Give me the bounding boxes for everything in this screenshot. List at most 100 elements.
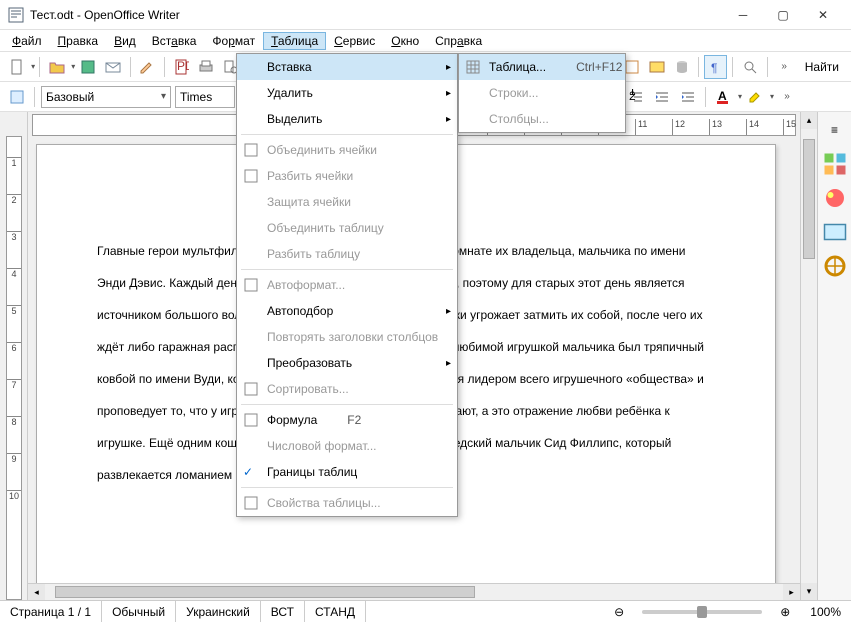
sidebar-menu-icon[interactable]: ≡ [823,118,847,142]
status-page[interactable]: Страница 1 / 1 [0,601,102,622]
sidebar-styles-icon[interactable] [823,186,847,210]
menu-format[interactable]: Формат [204,32,263,50]
statusbar: Страница 1 / 1 Обычный Украинский ВСТ СТ… [0,600,851,622]
menu-item-защита-ячейки: Защита ячейки [237,189,457,215]
edit-button[interactable] [136,55,159,79]
vertical-ruler: 12345678910 [0,112,28,600]
print-button[interactable] [195,55,218,79]
menubar: Файл Правка Вид Вставка Формат Таблица С… [0,30,851,52]
autoformat-icon [241,278,261,292]
chevron-down-icon: ▾ [161,91,166,102]
status-std[interactable]: СТАНД [305,601,366,622]
datasource-button[interactable] [670,55,693,79]
app-icon [8,7,24,23]
zoom-button[interactable] [738,55,761,79]
hscroll-thumb[interactable] [55,586,475,598]
menu-table[interactable]: Таблица [263,32,326,50]
zoom-in-button[interactable]: ⊕ [770,601,800,622]
sidebar: ≡ [817,112,851,600]
highlight-button[interactable] [743,85,767,109]
menu-item-автоформат-: Автоформат... [237,272,457,298]
highlight-dropdown[interactable]: ▾ [770,92,774,101]
sidebar-navigator-icon[interactable] [823,254,847,278]
submenu-item-столбцы-: Столбцы... [459,106,625,132]
submenu-item-таблица-[interactable]: Таблица...Ctrl+F12 [459,54,625,80]
insert-submenu: Таблица...Ctrl+F12Строки...Столбцы... [458,53,626,133]
status-zoom[interactable]: 100% [800,601,851,622]
svg-text:A: A [718,89,727,103]
sidebar-gallery-icon[interactable] [823,220,847,244]
scroll-left-button[interactable]: ◂ [28,584,45,600]
horizontal-scrollbar[interactable]: ◂ ▸ [28,583,800,600]
menu-item-выделить[interactable]: Выделить▸ [237,106,457,132]
table-dropdown: Вставка▸Удалить▸Выделить▸Объединить ячей… [236,53,458,517]
table-icon [463,60,483,74]
mail-button[interactable] [101,55,124,79]
picture-button[interactable] [645,55,668,79]
zoom-slider[interactable] [642,610,762,614]
menu-item-автоподбор[interactable]: Автоподбор▸ [237,298,457,324]
menu-view[interactable]: Вид [106,32,144,50]
menu-item-числовой-формат-: Числовой формат... [237,433,457,459]
decrease-indent-button[interactable] [650,85,674,109]
menu-item-объединить-таблицу: Объединить таблицу [237,215,457,241]
menu-item-разбить-таблицу: Разбить таблицу [237,241,457,267]
find-label[interactable]: Найти [797,60,847,74]
menu-item-удалить[interactable]: Удалить▸ [237,80,457,106]
scroll-down-button[interactable]: ▾ [801,583,817,600]
font-color-dropdown[interactable]: ▾ [738,92,742,101]
menu-item-формула[interactable]: ФормулаF2 [237,407,457,433]
menu-insert[interactable]: Вставка [144,32,205,50]
numbering-button[interactable]: 12 [624,85,648,109]
svg-text:PDF: PDF [177,59,189,73]
chevron-right-icon: ▸ [446,88,451,99]
close-button[interactable]: ✕ [803,1,843,29]
menu-help[interactable]: Справка [427,32,490,50]
font-name-select[interactable]: Times [175,86,235,108]
chevron-right-icon: ▸ [446,358,451,369]
maximize-button[interactable]: ▢ [763,1,803,29]
menu-item-вставка[interactable]: Вставка▸ [237,54,457,80]
scroll-up-button[interactable]: ▴ [801,112,817,129]
zoom-out-button[interactable]: ⊖ [604,601,634,622]
scroll-right-button[interactable]: ▸ [783,584,800,600]
new-doc-dropdown[interactable]: ▾ [31,62,35,71]
split-icon [241,169,261,183]
vscroll-thumb[interactable] [803,139,815,259]
chevron-right-icon: ▸ [446,62,451,73]
menu-edit[interactable]: Правка [50,32,107,50]
styles-button[interactable] [5,85,29,109]
paragraph-style-select[interactable]: Базовый ▾ [41,86,171,108]
toolbar2-overflow[interactable]: » [775,85,799,109]
pilcrow-button[interactable]: ¶ [704,55,727,79]
font-color-button[interactable]: A [711,85,735,109]
window-title: Тест.odt - OpenOffice Writer [30,8,723,22]
menu-window[interactable]: Окно [383,32,427,50]
minimize-button[interactable]: ─ [723,1,763,29]
status-insert[interactable]: ВСТ [261,601,305,622]
style-value: Базовый [46,90,94,104]
status-lang[interactable]: Украинский [176,601,261,622]
pdf-button[interactable]: PDF [170,55,193,79]
formula-icon [241,413,261,427]
menu-item-преобразовать[interactable]: Преобразовать▸ [237,350,457,376]
font-value: Times [180,90,212,104]
status-style[interactable]: Обычный [102,601,176,622]
menu-item-границы-таблиц[interactable]: ✓Границы таблиц [237,459,457,485]
new-doc-button[interactable] [5,55,28,79]
save-button[interactable] [76,55,99,79]
menu-tools[interactable]: Сервис [326,32,383,50]
props-icon [241,496,261,510]
menu-item-повторять-заголовки-столбцов: Повторять заголовки столбцов [237,324,457,350]
increase-indent-button[interactable] [676,85,700,109]
open-dropdown[interactable]: ▾ [71,62,75,71]
chevron-right-icon: ▸ [446,114,451,125]
menu-file[interactable]: Файл [4,32,50,50]
chevron-right-icon: ▸ [446,306,451,317]
menu-item-разбить-ячейки: Разбить ячейки [237,163,457,189]
toolbar-overflow[interactable]: » [773,55,796,79]
sidebar-properties-icon[interactable] [823,152,847,176]
svg-text:¶: ¶ [711,61,717,75]
open-button[interactable] [45,55,68,79]
vertical-scrollbar[interactable]: ▴ ▾ [800,112,817,600]
